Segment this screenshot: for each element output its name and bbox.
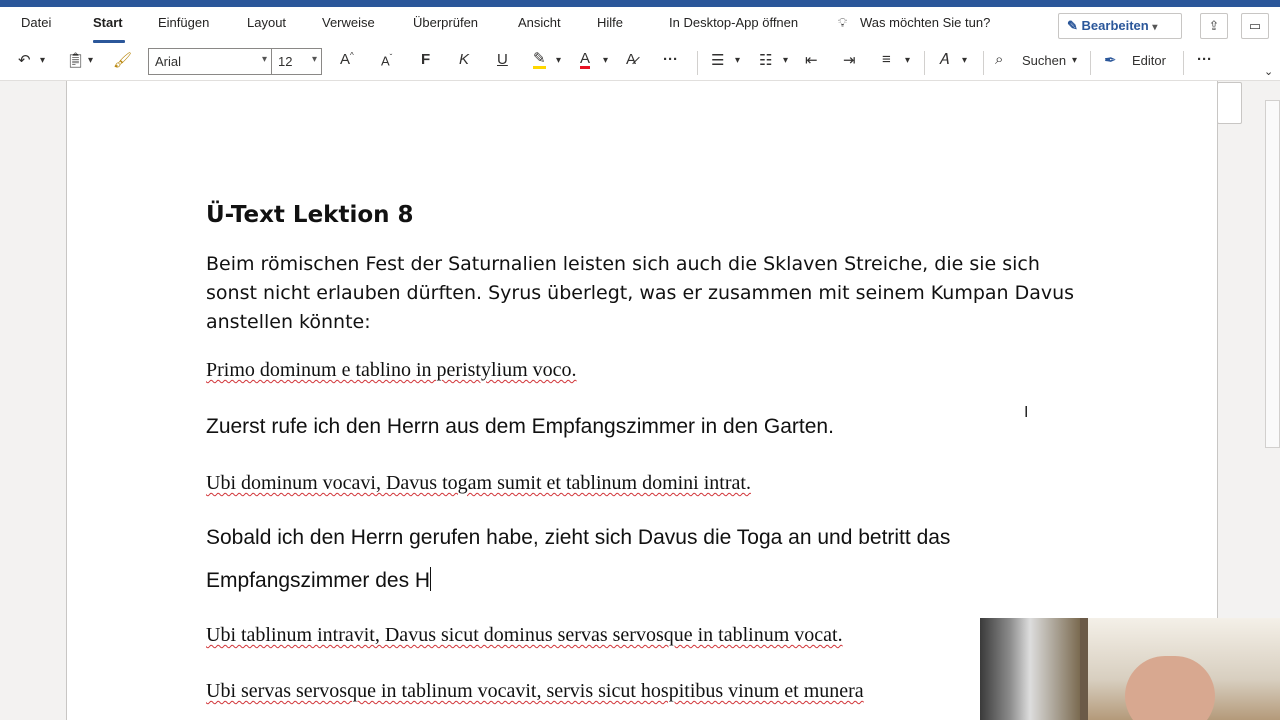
webcam-person [1125, 656, 1215, 720]
latin-sentence-2: Ubi dominum vocavi, Davus togam sumit et… [206, 472, 751, 494]
latin-sentence-1: Primo dominum e tablino in peristylium v… [206, 359, 577, 381]
styles-icon[interactable]: 𝐴 [939, 51, 949, 68]
ibeam-cursor-icon: I [1024, 404, 1029, 421]
chevron-down-icon: ▾ [311, 54, 317, 65]
font-size-value: 12 [278, 54, 293, 69]
latin-sentence-3: Ubi tablinum intravit, Davus sicut domin… [206, 624, 843, 646]
tab-einfuegen[interactable]: Einfügen [158, 15, 209, 30]
tell-me-search[interactable]: 💡︎ Was möchten Sie tun? [838, 15, 990, 31]
clear-formatting-icon[interactable]: A̷ [626, 51, 636, 68]
font-name-select[interactable]: Arial ▾ [148, 48, 272, 75]
share-icon[interactable]: ⇪ [1200, 13, 1228, 39]
latin-sentence-4: Ubi servas servosque in tablinum vocavit… [206, 680, 864, 702]
collapse-ribbon-icon[interactable]: ⌄ [1264, 65, 1273, 78]
side-pane [1265, 100, 1280, 448]
search-dropdown-icon[interactable]: ▾ [1072, 55, 1077, 66]
tab-layout[interactable]: Layout [247, 15, 286, 30]
undo-icon[interactable]: ↶ [18, 51, 31, 69]
lightbulb-icon: 💡︎ [838, 15, 848, 30]
tab-verweise[interactable]: Verweise [322, 15, 375, 30]
toolbar-divider [983, 51, 984, 75]
undo-dropdown-icon[interactable]: ▾ [40, 55, 45, 66]
highlight-dropdown-icon[interactable]: ▾ [556, 55, 561, 66]
underline-button[interactable]: U [497, 51, 508, 68]
bullets-dropdown-icon[interactable]: ▾ [735, 55, 740, 66]
more-options-icon[interactable]: ··· [1197, 51, 1212, 68]
tab-datei[interactable]: Datei [21, 15, 51, 30]
edit-mode-button[interactable]: ✎ Bearbeiten ▾ [1058, 13, 1182, 39]
decrease-indent-icon[interactable]: ⇤ [805, 51, 818, 69]
font-color-dropdown-icon[interactable]: ▾ [603, 55, 608, 66]
comments-icon[interactable]: ▭ [1241, 13, 1269, 39]
more-font-options-icon[interactable]: ··· [663, 51, 678, 68]
toolbar-divider [1183, 51, 1184, 75]
webcam-bookshelf-left [980, 618, 1080, 720]
paste-dropdown-icon[interactable]: ▾ [88, 55, 93, 66]
tab-ansicht[interactable]: Ansicht [518, 15, 561, 30]
chevron-down-icon: ▾ [1152, 22, 1158, 33]
chevron-down-icon: ▾ [261, 54, 267, 65]
german-translation-2-line-1: Sobald ich den Herrn gerufen habe, zieht… [206, 526, 951, 549]
grow-font-icon[interactable]: A^ [340, 51, 354, 68]
edit-mode-label: Bearbeiten [1081, 18, 1149, 33]
highlight-color-icon[interactable]: ✎ [533, 51, 546, 69]
font-size-select[interactable]: 12 ▾ [271, 48, 322, 75]
increase-indent-icon[interactable]: ⇥ [843, 51, 856, 69]
clipboard-icon[interactable]: 📋︎ [66, 51, 85, 69]
format-painter-icon[interactable]: 🖌︎ [113, 51, 132, 69]
font-color-icon[interactable]: A [580, 51, 591, 69]
ribbon-tabs: Datei Start Einfügen Layout Verweise Übe… [0, 7, 1280, 43]
numbering-icon[interactable]: ☷ [759, 51, 772, 69]
font-name-value: Arial [155, 54, 182, 69]
tab-start[interactable]: Start [93, 15, 123, 30]
tell-me-text: Was möchten Sie tun? [860, 15, 991, 30]
styles-dropdown-icon[interactable]: ▾ [962, 55, 967, 66]
toolbar-divider [924, 51, 925, 75]
toolbar-divider [1090, 51, 1091, 75]
search-icon[interactable]: ⌕ [995, 51, 1003, 68]
german-translation-1: Zuerst rufe ich den Herrn aus dem Empfan… [206, 415, 834, 438]
intro-paragraph: Beim römischen Fest der Saturnalien leis… [206, 253, 1075, 333]
align-dropdown-icon[interactable]: ▾ [905, 55, 910, 66]
title-strip [0, 0, 1280, 7]
tab-hilfe[interactable]: Hilfe [597, 15, 623, 30]
italic-button[interactable]: K [459, 51, 469, 68]
tab-ueberpruefen[interactable]: Überprüfen [413, 15, 478, 30]
german-translation-2-line-2-text: Empfangszimmer des H [206, 569, 431, 592]
german-translation-2-line-2: Empfangszimmer des H [206, 567, 432, 593]
search-button[interactable]: Suchen [1022, 53, 1066, 68]
pencil-icon: ✎ [1067, 18, 1078, 33]
document-heading: Ü-Text Lektion 8 [206, 202, 414, 228]
editor-pen-icon[interactable]: ✒︎ [1104, 51, 1117, 69]
webcam-overlay [980, 618, 1280, 720]
ribbon-toolbar: ↶ ▾ 📋︎ ▾ 🖌︎ Arial ▾ 12 ▾ A^ Aˇ F K U ✎ ▾… [0, 43, 1280, 81]
numbering-dropdown-icon[interactable]: ▾ [783, 55, 788, 66]
align-icon[interactable]: ≡ [882, 51, 891, 68]
editor-button[interactable]: Editor [1132, 53, 1166, 68]
bold-button[interactable]: F [421, 51, 430, 68]
toolbar-divider [697, 51, 698, 75]
text-cursor [430, 567, 432, 591]
bullets-icon[interactable]: ☰ [711, 51, 724, 69]
open-desktop-app-link[interactable]: In Desktop-App öffnen [669, 15, 798, 30]
scrollbar-thumb[interactable] [1217, 82, 1242, 124]
shrink-font-icon[interactable]: Aˇ [381, 53, 392, 68]
